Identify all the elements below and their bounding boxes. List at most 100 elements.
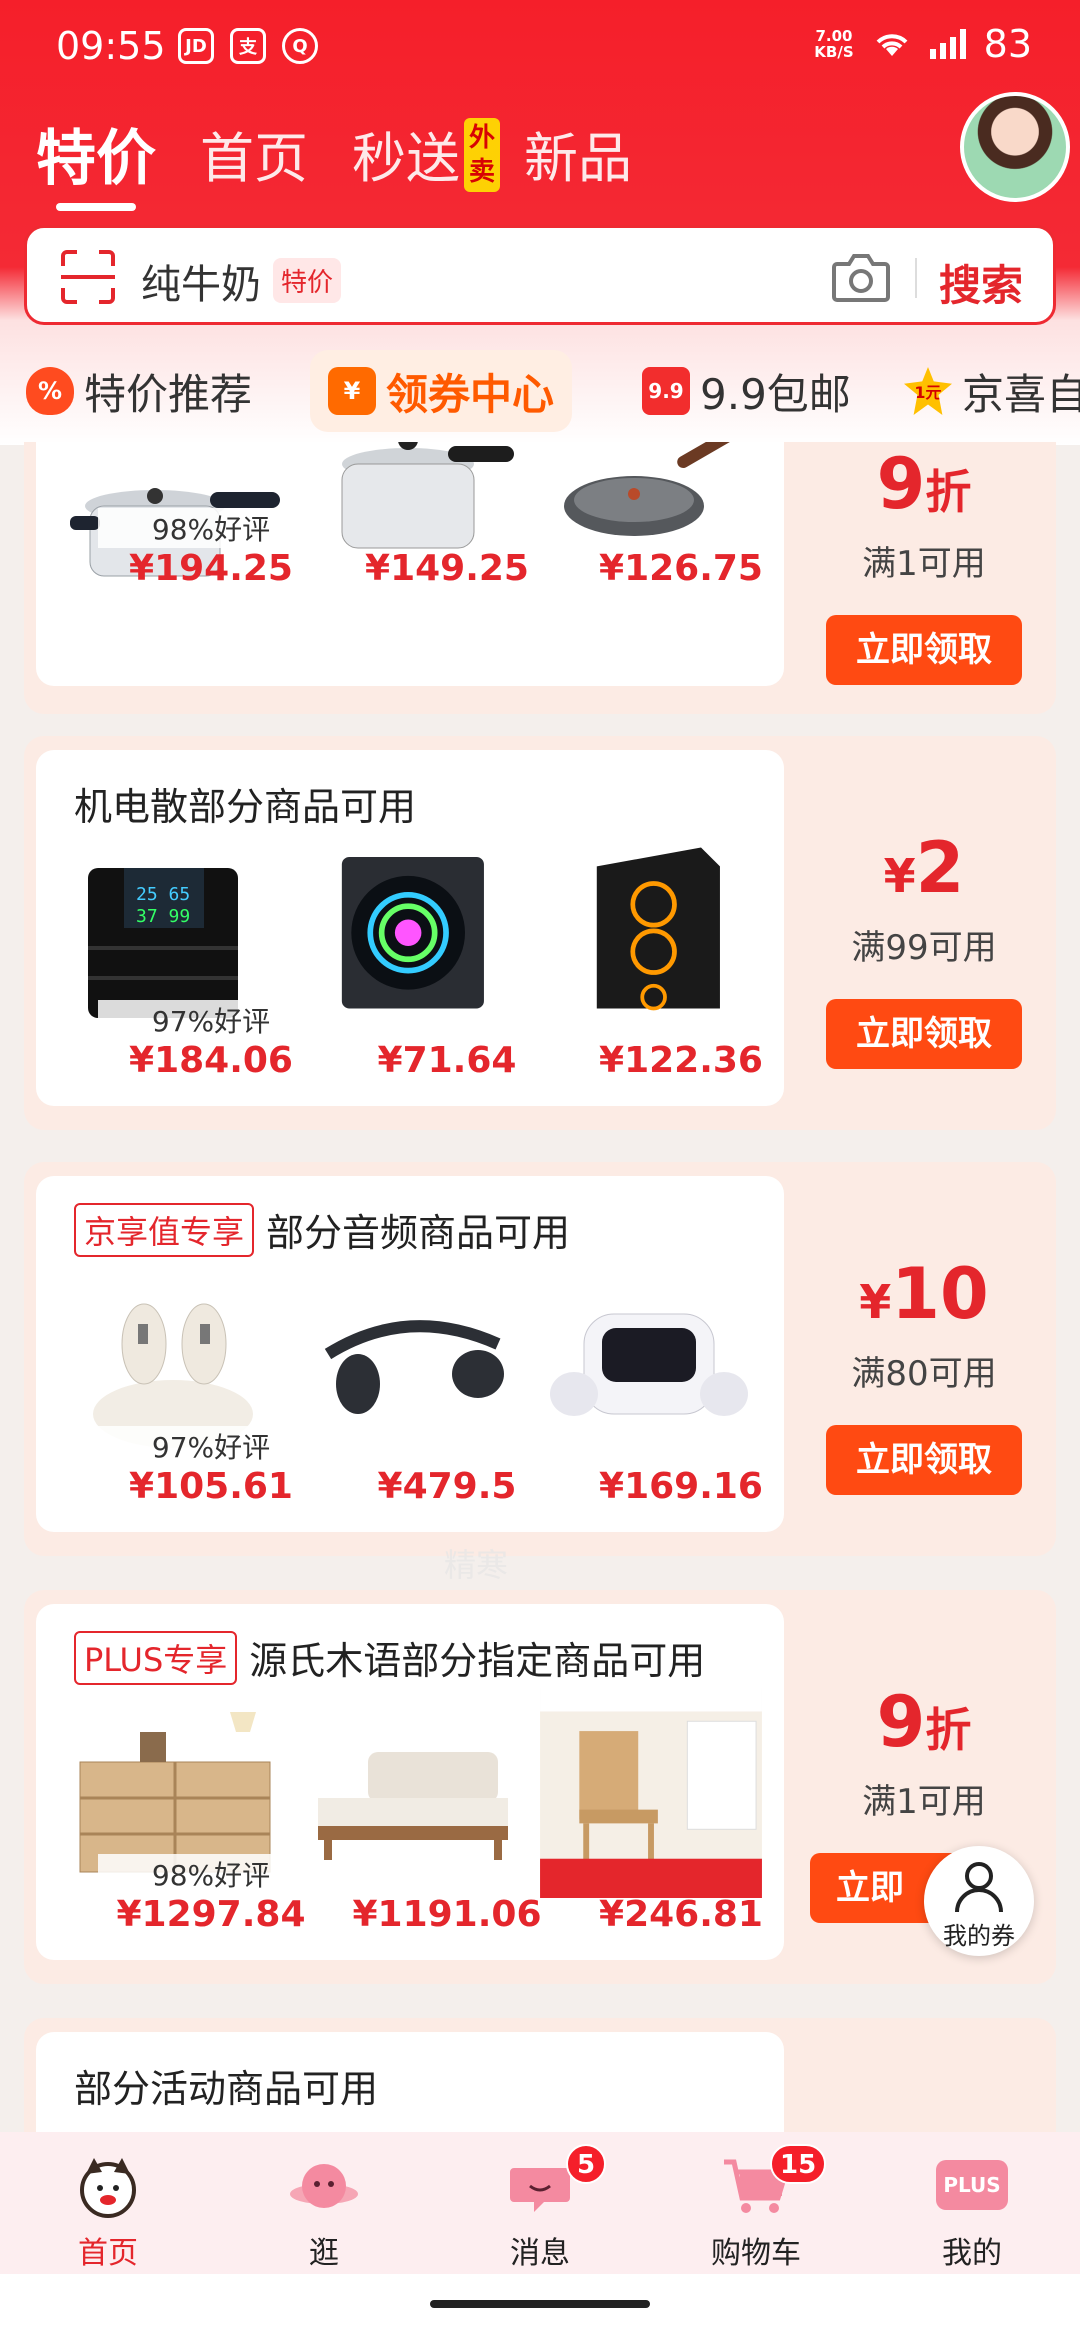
coupon-amount: 9 xyxy=(876,443,926,525)
card-title-text: 部分音频商品可用 xyxy=(266,1211,571,1255)
card-title: PLUS专享 源氏木语部分指定商品可用 xyxy=(74,1630,705,1685)
card-title-text: 源氏木语部分指定商品可用 xyxy=(249,1639,706,1683)
coupon-card: 京享值专享 部分音频商品可用 97%好评 ¥105.61 ¥479.5 ¥169… xyxy=(24,1162,1056,1556)
coupon-amount: 10 xyxy=(891,1253,989,1335)
product-item[interactable] xyxy=(298,1702,524,1886)
coupon-value: 9折 xyxy=(792,442,1056,534)
card-title-text: 机电散部分商品可用 xyxy=(74,785,417,829)
category-bar: % 特价推荐 ¥ 领券中心 9.9 9.9包邮 1元 京喜自 xyxy=(0,350,1080,442)
coupon-card: PLUS专享 源氏木语部分指定商品可用 98%好评 ¥1297.84 ¥1191… xyxy=(24,1590,1056,1984)
search-input[interactable]: 纯牛奶 xyxy=(141,252,261,310)
tab-special-price[interactable]: 特价 xyxy=(36,110,156,211)
product-item[interactable] xyxy=(298,1274,524,1458)
product-item[interactable] xyxy=(538,1682,764,1902)
product-price: ¥194.25 xyxy=(129,548,293,589)
product-price: ¥246.81 xyxy=(599,1894,763,1935)
jd-app-icon: JD xyxy=(178,28,214,64)
product-price: ¥149.25 xyxy=(365,548,529,589)
claim-coupon-button[interactable]: 立即领取 xyxy=(826,999,1022,1069)
nav-home[interactable]: 首页 xyxy=(0,2132,216,2274)
watermark: 精寒 xyxy=(444,1546,509,1584)
top-tabs: 特价 首页 秒送 外卖 新品 xyxy=(36,110,676,211)
status-bar: 09:55 JD 支 Q 7.00 KB/S 83 xyxy=(0,0,1080,92)
tab-new-products[interactable]: 新品 xyxy=(524,114,632,193)
camera-icon[interactable] xyxy=(831,250,891,304)
q-app-icon: Q xyxy=(282,28,318,64)
nav-mine[interactable]: PLUS 我的 xyxy=(864,2132,1080,2274)
coupon-amount: 9 xyxy=(876,1681,926,1763)
status-time: 09:55 xyxy=(56,24,166,68)
card-products: 机电散部分商品可用 25 65 37 99 97%好评 ¥184.06 ¥71.… xyxy=(36,750,784,1106)
coupon-currency: ¥ xyxy=(883,849,916,903)
takeout-badge: 外卖 xyxy=(464,118,500,192)
category-special-recommend[interactable]: % 特价推荐 xyxy=(26,350,252,432)
coupon-info: ¥10 满80可用 立即领取 xyxy=(792,1252,1056,1495)
product-item[interactable] xyxy=(534,1274,760,1458)
net-speed-unit: KB/S xyxy=(814,43,854,61)
card-products: 98%好评 ¥194.25 ¥149.25 ¥126.75 xyxy=(36,442,784,686)
status-app-icons: JD 支 Q xyxy=(178,28,318,64)
tab-home[interactable]: 首页 xyxy=(200,114,308,193)
nav-cart[interactable]: 15 购物车 xyxy=(648,2132,864,2274)
my-coupons-button[interactable]: 我的券 xyxy=(924,1846,1034,1956)
flame-icon: % xyxy=(26,367,74,415)
coupon-card: 部分活动商品可用 xyxy=(24,2018,1056,2132)
claim-coupon-button[interactable]: 立即领取 xyxy=(826,615,1022,685)
product-price: ¥169.16 xyxy=(599,1466,763,1507)
product-price: ¥1297.84 xyxy=(116,1894,306,1935)
search-bar[interactable]: 纯牛奶 特价 搜索 xyxy=(24,225,1056,325)
alipay-app-icon: 支 xyxy=(230,28,266,64)
star-badge-icon: 1元 xyxy=(904,367,952,415)
avatar[interactable] xyxy=(960,92,1070,202)
claim-coupon-button[interactable]: 立即领取 xyxy=(826,1425,1022,1495)
product-item[interactable] xyxy=(534,838,760,1022)
category-coupon-center[interactable]: ¥ 领券中心 xyxy=(310,350,573,432)
status-right: 7.00 KB/S 83 xyxy=(814,22,1032,66)
nav-label: 我的 xyxy=(942,2236,1002,2271)
card-products: PLUS专享 源氏木语部分指定商品可用 98%好评 ¥1297.84 ¥1191… xyxy=(36,1604,784,1960)
coupon-card: 机电散部分商品可用 25 65 37 99 97%好评 ¥184.06 ¥71.… xyxy=(24,736,1056,1130)
card-title: 机电散部分商品可用 xyxy=(74,776,416,831)
card-products: 部分活动商品可用 xyxy=(36,2032,784,2132)
coupon-icon: ¥ xyxy=(328,367,376,415)
coupon-value: ¥2 xyxy=(792,826,1056,918)
bone-conduction-headphones-image xyxy=(324,1320,504,1414)
bottom-nav: 首页 逛 5 消息 15 购物车 PLUS 我的 xyxy=(0,2132,1080,2274)
tab-instant-delivery[interactable]: 秒送 外卖 xyxy=(352,114,500,193)
planet-icon xyxy=(290,2164,358,2208)
product-item[interactable] xyxy=(298,838,524,1022)
category-label: 特价推荐 xyxy=(84,369,253,419)
product-price: ¥1191.06 xyxy=(352,1894,542,1935)
search-tag: 特价 xyxy=(273,258,342,303)
joy-mascot-icon xyxy=(80,2158,136,2218)
coupon-value: ¥10 xyxy=(792,1252,1056,1344)
product-rating: 98%好评 xyxy=(98,1854,324,1894)
nav-label: 逛 xyxy=(309,2236,339,2271)
pc-case-image xyxy=(596,847,720,1011)
nav-label: 首页 xyxy=(78,2236,138,2271)
coupon-condition: 满1可用 xyxy=(862,544,986,584)
wifi-icon xyxy=(876,34,908,56)
coupon-condition: 满99可用 xyxy=(851,928,997,968)
signal-icon xyxy=(929,29,966,59)
category-free-shipping[interactable]: 9.9 9.9包邮 xyxy=(642,350,851,432)
svg-text:25 65: 25 65 xyxy=(136,884,190,905)
chair-promo-image xyxy=(540,1682,762,1898)
bed-image xyxy=(318,1752,508,1860)
category-label: 领券中心 xyxy=(386,369,555,419)
coupon-amount: 2 xyxy=(915,827,965,909)
nav-explore[interactable]: 逛 xyxy=(216,2132,432,2274)
category-jingxi[interactable]: 1元 京喜自 xyxy=(904,350,1080,432)
coupon-condition: 满80可用 xyxy=(851,1354,997,1394)
nav-messages[interactable]: 5 消息 xyxy=(432,2132,648,2274)
my-coupons-label: 我的券 xyxy=(943,1922,1015,1950)
search-button[interactable]: 搜索 xyxy=(939,252,1023,313)
scan-icon[interactable] xyxy=(59,248,117,306)
product-rating: 98%好评 xyxy=(98,508,324,548)
cart-count-badge: 15 xyxy=(770,2144,827,2184)
plus-member-icon: PLUS xyxy=(936,2160,1008,2210)
coupon-feed: 98%好评 ¥194.25 ¥149.25 ¥126.75 9折 满1可用 立即… xyxy=(0,442,1080,2132)
product-price: ¥126.75 xyxy=(599,548,763,589)
product-rating: 97%好评 xyxy=(98,1426,324,1466)
home-indicator[interactable] xyxy=(430,2300,650,2308)
